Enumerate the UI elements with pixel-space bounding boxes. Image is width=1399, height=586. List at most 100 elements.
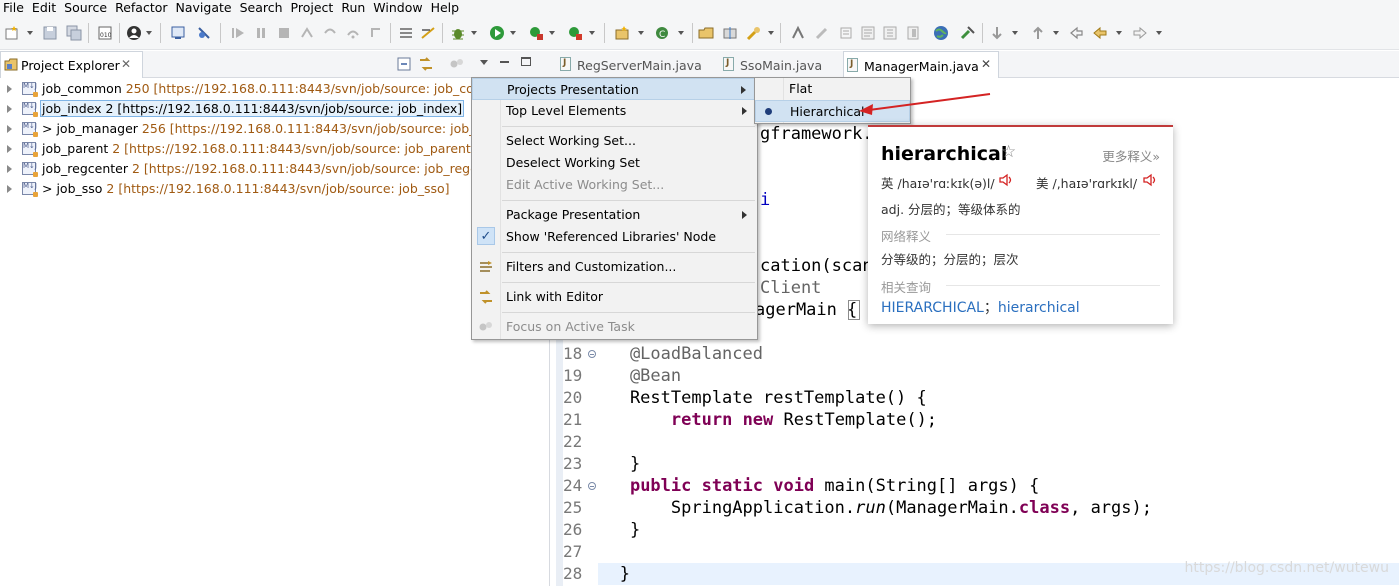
save-all-icon[interactable] bbox=[66, 25, 82, 41]
minimize-icon[interactable] bbox=[500, 61, 509, 63]
run-icon[interactable] bbox=[489, 25, 505, 41]
menu-run[interactable]: Run bbox=[337, 0, 369, 16]
project-meta: 2 [https://192.168.0.111:8443/svn/job/so… bbox=[128, 161, 475, 176]
menu-item-filters-customization[interactable]: Filters and Customization... bbox=[472, 256, 757, 278]
menu-item-package-presentation[interactable]: Package Presentation bbox=[472, 204, 757, 226]
new-icon[interactable] bbox=[4, 25, 20, 41]
project-explorer-tab[interactable]: Project Explorer ✕ bbox=[0, 51, 143, 78]
more-definitions-link[interactable]: 更多释义» bbox=[1102, 146, 1160, 165]
menu-search[interactable]: Search bbox=[236, 0, 287, 16]
menu-item-show-referenced-libraries[interactable]: ✓ Show 'Referenced Libraries' Node bbox=[472, 226, 757, 248]
link-with-editor-icon[interactable] bbox=[418, 56, 434, 72]
back-icon[interactable] bbox=[1092, 25, 1108, 41]
project-name: job_regcenter bbox=[42, 161, 129, 176]
editor-tab-regservermain[interactable]: RegServerMain.java bbox=[557, 51, 715, 78]
expand-icon[interactable] bbox=[7, 85, 12, 93]
next-annotation-icon[interactable] bbox=[989, 25, 1005, 41]
run-last-tool-icon[interactable] bbox=[960, 25, 976, 41]
previous-annotation-icon[interactable] bbox=[1030, 25, 1046, 41]
step-return-icon bbox=[371, 28, 380, 37]
java-file-icon bbox=[723, 57, 734, 71]
search-icon[interactable] bbox=[746, 25, 762, 41]
user-icon[interactable] bbox=[126, 25, 142, 41]
collapse-all-icon[interactable] bbox=[397, 57, 411, 71]
view-menu-icon[interactable] bbox=[480, 60, 488, 65]
menu-item-deselect-working-set[interactable]: Deselect Working Set bbox=[472, 152, 757, 174]
project-name: job_common bbox=[42, 81, 122, 96]
project-icon: M↓J bbox=[22, 162, 38, 177]
console-icon[interactable] bbox=[170, 25, 186, 41]
maximize-icon[interactable] bbox=[521, 57, 531, 66]
close-tab-icon[interactable]: ✕ bbox=[981, 57, 991, 71]
focus-task-icon bbox=[479, 322, 492, 331]
menu-file[interactable]: File bbox=[0, 0, 28, 16]
expand-icon[interactable] bbox=[7, 165, 12, 173]
coverage-icon[interactable] bbox=[528, 25, 544, 41]
filter-icon bbox=[480, 261, 492, 272]
tab-label: SsoMain.java bbox=[740, 58, 823, 73]
menu-help[interactable]: Help bbox=[427, 0, 464, 16]
open-type-icon[interactable] bbox=[698, 25, 714, 41]
tree-row[interactable]: M↓J job_common 250 [https://192.168.0.11… bbox=[0, 79, 475, 99]
code-fragment: i bbox=[760, 190, 771, 210]
favorite-star-icon[interactable]: ☆ bbox=[1001, 142, 1016, 162]
expand-icon[interactable] bbox=[7, 185, 12, 193]
related-link[interactable]: HIERARCHICAL bbox=[881, 300, 984, 316]
show-whitespace-icon bbox=[840, 27, 852, 39]
speaker-icon[interactable] bbox=[998, 173, 1014, 187]
editor-tab-managermain[interactable]: ManagerMain.java ✕ bbox=[843, 51, 999, 78]
step-into-icon bbox=[324, 28, 336, 34]
binary-icon[interactable]: 010 bbox=[97, 25, 113, 41]
tree-row[interactable]: M↓J job_regcenter 2 [https://192.168.0.1… bbox=[0, 159, 475, 179]
menu-source[interactable]: Source bbox=[60, 0, 111, 16]
open-task-icon[interactable] bbox=[722, 25, 738, 41]
expand-icon[interactable] bbox=[7, 105, 12, 113]
new-class-icon[interactable]: C bbox=[654, 25, 670, 41]
menu-item-top-level-elements[interactable]: Top Level Elements bbox=[472, 100, 757, 122]
menu-item-link-with-editor[interactable]: Link with Editor bbox=[472, 286, 757, 308]
svg-text:010: 010 bbox=[100, 32, 112, 39]
close-tab-icon[interactable]: ✕ bbox=[121, 57, 131, 71]
dictionary-word: hierarchical bbox=[881, 143, 1008, 165]
expand-icon[interactable] bbox=[7, 145, 12, 153]
tree-row[interactable]: M↓J job_index 2 [https://192.168.0.111:8… bbox=[0, 99, 475, 119]
forward-icon[interactable] bbox=[1132, 25, 1148, 41]
toggle-mark-occurrences-icon[interactable] bbox=[790, 25, 806, 41]
expand-icon[interactable] bbox=[7, 125, 12, 133]
menu-item-projects-presentation[interactable]: Projects Presentation bbox=[472, 78, 757, 100]
fold-icon[interactable] bbox=[588, 482, 596, 490]
globe-icon[interactable] bbox=[933, 25, 949, 41]
java-file-icon bbox=[847, 58, 858, 72]
speaker-icon[interactable] bbox=[1142, 173, 1158, 187]
block-selection-icon bbox=[861, 26, 875, 40]
menu-navigate[interactable]: Navigate bbox=[172, 0, 236, 16]
menu-refactor[interactable]: Refactor bbox=[111, 0, 171, 16]
web-definition-title: 网络释义 bbox=[881, 229, 932, 244]
fold-icon[interactable] bbox=[588, 350, 596, 358]
code-fragment: gframework. bbox=[760, 124, 873, 144]
submenu-arrow-icon bbox=[742, 107, 747, 115]
menu-project[interactable]: Project bbox=[287, 0, 338, 16]
annotation-arrow bbox=[859, 93, 991, 115]
project-name: job_index bbox=[42, 101, 102, 116]
use-step-filters-icon[interactable] bbox=[420, 25, 436, 41]
definition: adj. 分层的；等级体系的 bbox=[881, 202, 1021, 217]
tree-row[interactable]: M↓J job_parent 2 [https://192.168.0.111:… bbox=[0, 139, 475, 159]
disconnect-icon bbox=[301, 27, 313, 38]
menu-window[interactable]: Window bbox=[369, 0, 426, 16]
new-java-project-icon[interactable] bbox=[614, 25, 630, 41]
editor-tab-ssomain[interactable]: SsoMain.java bbox=[720, 51, 840, 78]
external-tools-icon[interactable] bbox=[567, 25, 583, 41]
save-icon[interactable] bbox=[42, 25, 58, 41]
tree-row[interactable]: M↓J > job_sso 2 [https://192.168.0.111:8… bbox=[0, 179, 475, 199]
menu-edit[interactable]: Edit bbox=[28, 0, 60, 16]
menu-item-select-working-set[interactable]: Select Working Set... bbox=[472, 130, 757, 152]
related-link[interactable]: hierarchical bbox=[998, 300, 1080, 316]
skip-breakpoints-icon[interactable] bbox=[196, 25, 212, 41]
tree-row[interactable]: M↓J > job_manager 256 [https://192.168.0… bbox=[0, 119, 475, 139]
new-dropdown-icon[interactable] bbox=[27, 31, 33, 35]
debug-icon[interactable] bbox=[450, 25, 466, 41]
menu-item-edit-active-working-set: Edit Active Working Set... bbox=[506, 177, 665, 192]
project-explorer-icon bbox=[4, 58, 18, 71]
last-edit-location-icon[interactable] bbox=[1068, 25, 1084, 41]
